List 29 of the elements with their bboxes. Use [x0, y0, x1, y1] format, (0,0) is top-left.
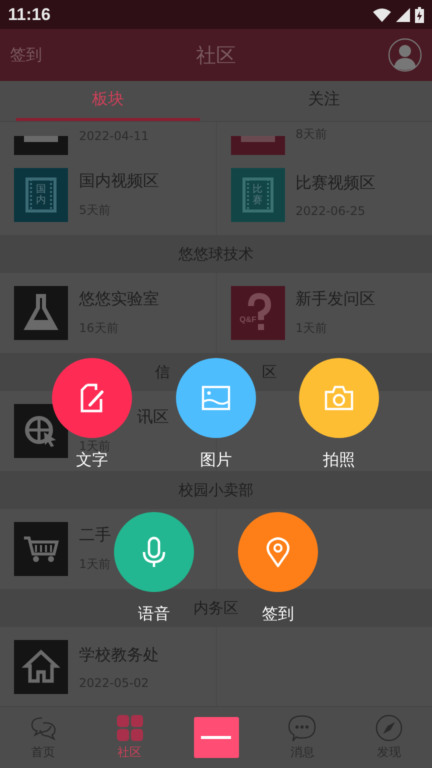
minus-icon [201, 736, 232, 739]
signal-icon [396, 8, 410, 22]
checkin-link[interactable]: 签到 [10, 44, 70, 66]
nav-tab[interactable]: 社区 [86, 707, 173, 768]
tab[interactable]: 板块 [16, 81, 200, 121]
popup-action-label: 图片 [200, 450, 232, 471]
board-tile[interactable] [14, 136, 68, 155]
icon-label: 国内 [36, 184, 46, 206]
board-tile[interactable] [14, 522, 68, 576]
grid-icon [116, 714, 144, 742]
page-title: 社区 [196, 42, 236, 68]
popup-action-label: 签到 [262, 604, 294, 625]
board-tile[interactable]: 国内 [14, 168, 68, 222]
board-tile[interactable]: 比赛 [230, 168, 284, 222]
wifi-icon [373, 8, 391, 22]
battery-icon [415, 6, 424, 22]
compass-icon [374, 714, 403, 742]
collapse-button[interactable] [194, 717, 239, 758]
board-tile[interactable] [14, 286, 68, 340]
status-time: 11:16 [8, 4, 51, 24]
popup-action-label: 语音 [138, 604, 170, 625]
speech-bubble-icon [288, 714, 316, 742]
avatar-icon[interactable] [388, 38, 422, 72]
popup-action-label: 拍照 [323, 450, 355, 471]
board-tile[interactable] [230, 136, 284, 155]
popup-action-label: 文字 [76, 450, 108, 471]
board-tile[interactable] [14, 640, 68, 694]
icon-label: 比赛 [252, 184, 262, 206]
board-tile[interactable] [14, 404, 68, 458]
